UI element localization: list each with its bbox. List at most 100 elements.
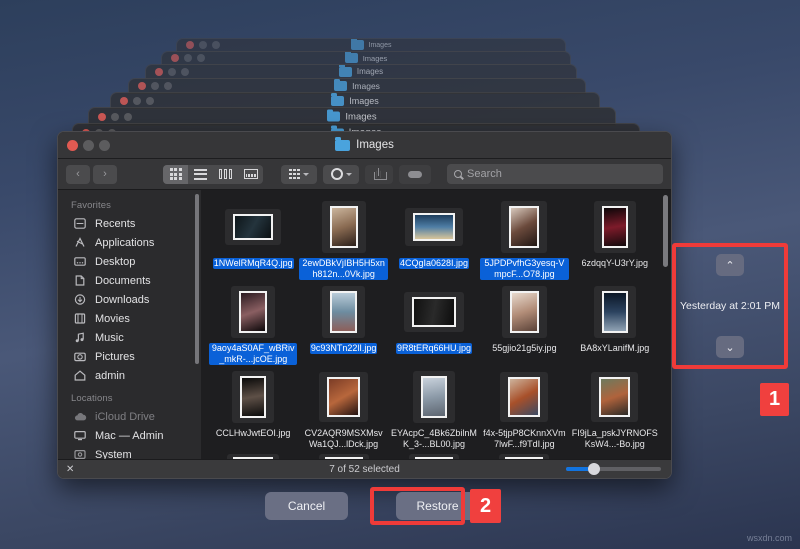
close-icon[interactable]: ✕ bbox=[66, 464, 74, 475]
file-thumbnail bbox=[602, 206, 628, 248]
search-icon bbox=[454, 170, 462, 178]
sidebar-item-mac-admin[interactable]: Mac — Admin bbox=[58, 426, 201, 445]
chevron-left-icon: ‹ bbox=[76, 168, 80, 180]
file-name: 9c93NTn22lI.jpg bbox=[310, 343, 378, 354]
thumbnail-backdrop bbox=[404, 292, 464, 332]
file-item[interactable] bbox=[299, 450, 387, 459]
file-name: 5JPDPvfhG3yesq-VmpcF...O78.jpg bbox=[480, 258, 568, 280]
file-name: CCLHwJwtEOI.jpg bbox=[215, 428, 292, 439]
forward-button[interactable]: › bbox=[93, 165, 117, 184]
file-item[interactable]: CV2AQR9MSXMsvWa1QJ...lDck.jpg bbox=[299, 365, 387, 450]
file-item[interactable]: 9c93NTn22lI.jpg bbox=[299, 280, 387, 365]
sidebar-item-desktop[interactable]: Desktop bbox=[58, 252, 201, 271]
file-item[interactable] bbox=[480, 450, 568, 459]
thumbnail-backdrop bbox=[319, 372, 368, 422]
slider-knob[interactable] bbox=[588, 463, 600, 475]
file-thumbnail bbox=[412, 297, 456, 327]
sidebar-scrollbar[interactable] bbox=[195, 194, 199, 364]
share-button[interactable] bbox=[365, 165, 393, 184]
sidebar-item-icloud-drive[interactable]: iCloud Drive bbox=[58, 407, 201, 426]
disk-icon bbox=[73, 448, 87, 459]
sidebar-item-admin[interactable]: admin bbox=[58, 366, 201, 385]
tags-button[interactable] bbox=[399, 165, 431, 184]
stacked-window-title: Images bbox=[352, 81, 380, 91]
stacked-window[interactable]: Images bbox=[176, 38, 566, 52]
thumbnail-backdrop bbox=[322, 201, 366, 253]
stacked-window[interactable]: Images bbox=[161, 51, 571, 65]
file-thumbnail bbox=[413, 213, 455, 241]
watermark: wsxdn.com bbox=[747, 533, 792, 543]
chevron-down-icon bbox=[346, 173, 352, 176]
file-item[interactable]: 9R8tERq66HU.jpg bbox=[390, 280, 478, 365]
file-item[interactable]: EYAcpC_4Bk6ZbilnMK_3-...BL00.jpg bbox=[390, 365, 478, 450]
file-item[interactable]: 4CQgIa0628I.jpg bbox=[390, 195, 478, 280]
icon-view-button[interactable] bbox=[163, 165, 188, 184]
file-item[interactable]: BA8xYLanifM.jpg bbox=[571, 280, 659, 365]
chevron-right-icon: › bbox=[103, 168, 107, 180]
icloud-icon bbox=[73, 410, 87, 423]
column-view-button[interactable] bbox=[213, 165, 238, 184]
list-view-button[interactable] bbox=[188, 165, 213, 184]
finder-body: Favorites Recents Applications Desktop D… bbox=[58, 190, 671, 459]
file-item[interactable]: 55gjio21g5iy.jpg bbox=[480, 280, 568, 365]
sidebar-section-header: Favorites bbox=[58, 197, 201, 214]
folder-icon bbox=[335, 140, 350, 151]
file-item[interactable]: 5JPDPvfhG3yesq-VmpcF...O78.jpg bbox=[480, 195, 568, 280]
columns-icon bbox=[219, 169, 232, 179]
sidebar-item-documents[interactable]: Documents bbox=[58, 271, 201, 290]
documents-icon bbox=[73, 274, 87, 287]
file-item[interactable]: 2ewDBkVjIBH5H5xnh812n...0Vk.jpg bbox=[299, 195, 387, 280]
sidebar-item-recents[interactable]: Recents bbox=[58, 214, 201, 233]
finder-status-bar: ✕ 7 of 52 selected bbox=[58, 459, 671, 478]
search-placeholder: Search bbox=[467, 168, 502, 180]
file-thumbnail bbox=[239, 291, 267, 333]
sidebar-item-label: System bbox=[95, 449, 132, 460]
sidebar-item-system[interactable]: System bbox=[58, 445, 201, 459]
finder-toolbar: ‹ › bbox=[58, 159, 671, 190]
thumbnail-backdrop bbox=[500, 372, 548, 422]
folder-icon bbox=[334, 81, 347, 91]
file-item[interactable] bbox=[209, 450, 297, 459]
movies-icon bbox=[73, 312, 87, 325]
thumbnail-backdrop bbox=[501, 201, 547, 253]
view-mode-segmented-control[interactable] bbox=[163, 165, 263, 184]
back-button[interactable]: ‹ bbox=[66, 165, 90, 184]
folder-icon bbox=[331, 96, 344, 106]
sidebar-item-pictures[interactable]: Pictures bbox=[58, 347, 201, 366]
stacked-window[interactable]: Images bbox=[145, 64, 577, 79]
file-thumbnail bbox=[508, 377, 540, 417]
file-name: 1NWelRMqR4Q.jpg bbox=[213, 258, 294, 269]
file-item[interactable]: FI9jLa_pskJYRNOFSKsW4...-Bo.jpg bbox=[571, 365, 659, 450]
sidebar-item-downloads[interactable]: Downloads bbox=[58, 290, 201, 309]
file-item[interactable]: f4x-5tjpP8CKnnXVm7lwF...f9TdI.jpg bbox=[480, 365, 568, 450]
content-scrollbar[interactable] bbox=[663, 195, 668, 267]
sidebar-item-movies[interactable]: Movies bbox=[58, 309, 201, 328]
file-thumbnail bbox=[510, 291, 539, 333]
file-name: 2ewDBkVjIBH5H5xnh812n...0Vk.jpg bbox=[299, 258, 387, 280]
folder-icon bbox=[339, 67, 352, 77]
search-field[interactable]: Search bbox=[447, 164, 663, 184]
file-item[interactable] bbox=[571, 450, 659, 459]
group-by-button[interactable] bbox=[281, 165, 317, 184]
file-grid: 1NWelRMqR4Q.jpg 2ewDBkVjIBH5H5xnh812n...… bbox=[201, 190, 671, 459]
thumbnail-backdrop bbox=[322, 286, 365, 338]
folder-icon bbox=[327, 112, 340, 122]
file-thumbnail bbox=[240, 376, 266, 418]
finder-sidebar: Favorites Recents Applications Desktop D… bbox=[58, 190, 201, 459]
file-item[interactable]: 6zdqqY-U3rY.jpg bbox=[571, 195, 659, 280]
gallery-view-button[interactable] bbox=[238, 165, 263, 184]
file-thumbnail bbox=[602, 291, 628, 333]
file-item[interactable]: 1NWelRMqR4Q.jpg bbox=[209, 195, 297, 280]
sidebar-item-applications[interactable]: Applications bbox=[58, 233, 201, 252]
thumbnail-size-slider[interactable] bbox=[566, 467, 661, 471]
file-item[interactable]: 9aoy4aS0AF_wBRiv_mkR-...jcOE.jpg bbox=[209, 280, 297, 365]
folder-icon bbox=[345, 53, 358, 63]
file-thumbnail bbox=[599, 377, 630, 417]
file-item[interactable]: CCLHwJwtEOI.jpg bbox=[209, 365, 297, 450]
action-menu-button[interactable] bbox=[323, 165, 359, 184]
sidebar-item-label: Pictures bbox=[95, 351, 135, 363]
cancel-button[interactable]: Cancel bbox=[265, 492, 348, 520]
sidebar-item-music[interactable]: Music bbox=[58, 328, 201, 347]
file-item[interactable] bbox=[390, 450, 478, 459]
navigation-buttons: ‹ › bbox=[66, 165, 117, 184]
